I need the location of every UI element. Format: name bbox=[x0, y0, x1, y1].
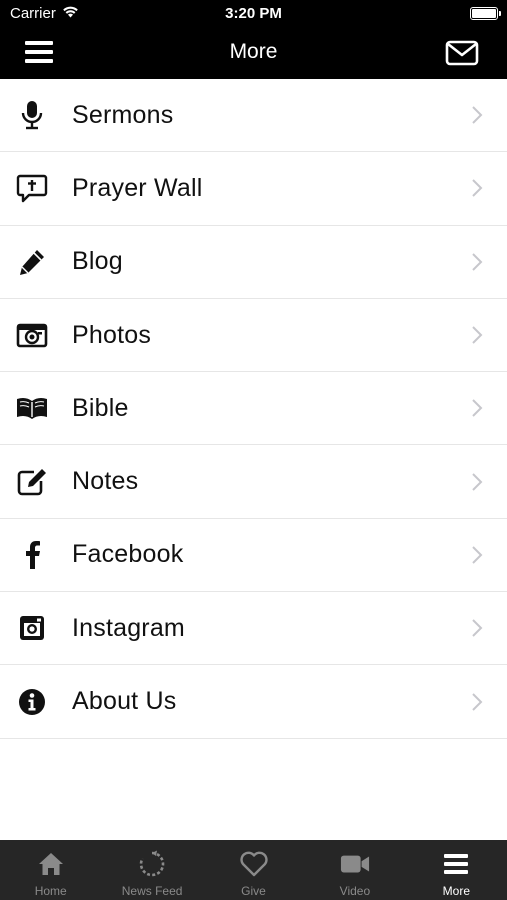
video-camera-icon bbox=[340, 850, 370, 878]
menu-item-label: Bible bbox=[72, 393, 129, 422]
chevron-right-icon bbox=[472, 399, 483, 418]
menu-item-label: Blog bbox=[72, 247, 123, 276]
menu-item-bible[interactable]: Bible bbox=[0, 372, 507, 446]
more-menu-list: Sermons Prayer Wall Blog Photos Bible No… bbox=[0, 79, 507, 739]
tab-label: Video bbox=[339, 884, 371, 898]
edit-note-icon bbox=[14, 464, 50, 500]
refresh-icon bbox=[137, 850, 167, 878]
speech-bubble-icon bbox=[14, 170, 50, 206]
menu-item-instagram[interactable]: Instagram bbox=[0, 592, 507, 666]
menu-item-prayer-wall[interactable]: Prayer Wall bbox=[0, 152, 507, 226]
tab-bar: Home News Feed Give Video More bbox=[0, 840, 507, 900]
chevron-right-icon bbox=[472, 106, 483, 124]
nav-bar: More bbox=[0, 28, 507, 79]
menu-item-photos[interactable]: Photos bbox=[0, 299, 507, 373]
tab-label: Give bbox=[241, 884, 266, 898]
info-icon bbox=[14, 684, 50, 720]
tab-home[interactable]: Home bbox=[0, 840, 101, 900]
tab-news-feed[interactable]: News Feed bbox=[101, 840, 202, 900]
menu-item-label: Facebook bbox=[72, 540, 184, 569]
menu-item-label: Sermons bbox=[72, 100, 174, 129]
chevron-right-icon bbox=[472, 692, 483, 711]
menu-item-notes[interactable]: Notes bbox=[0, 445, 507, 519]
chevron-right-icon bbox=[472, 472, 483, 491]
open-book-icon bbox=[14, 390, 50, 426]
chevron-right-icon bbox=[472, 546, 483, 564]
menu-item-label: Prayer Wall bbox=[72, 173, 203, 202]
status-time: 3:20 PM bbox=[225, 5, 282, 22]
tab-label: More bbox=[442, 884, 470, 898]
menu-item-label: Instagram bbox=[72, 613, 185, 642]
status-bar: Carrier 3:20 PM bbox=[0, 0, 507, 28]
page-title: More bbox=[229, 40, 278, 63]
menu-item-about-us[interactable]: About Us bbox=[0, 665, 507, 739]
mail-button[interactable] bbox=[445, 39, 479, 67]
envelope-icon bbox=[445, 40, 479, 66]
menu-item-blog[interactable]: Blog bbox=[0, 226, 507, 299]
tab-more[interactable]: More bbox=[406, 840, 507, 900]
tab-label: Home bbox=[34, 884, 67, 898]
tab-give[interactable]: Give bbox=[203, 840, 304, 900]
battery-icon bbox=[470, 7, 501, 20]
camera-icon bbox=[14, 317, 50, 353]
chevron-right-icon bbox=[472, 619, 483, 637]
menu-item-sermons[interactable]: Sermons bbox=[0, 79, 507, 153]
tab-video[interactable]: Video bbox=[304, 840, 405, 900]
menu-item-label: About Us bbox=[72, 687, 177, 716]
chevron-right-icon bbox=[472, 179, 483, 198]
tab-label: News Feed bbox=[121, 884, 183, 898]
chevron-right-icon bbox=[472, 253, 483, 271]
hamburger-menu-icon bbox=[441, 850, 471, 878]
menu-item-label: Notes bbox=[72, 467, 139, 496]
microphone-icon bbox=[14, 97, 50, 133]
instagram-icon bbox=[14, 610, 50, 646]
menu-item-facebook[interactable]: Facebook bbox=[0, 519, 507, 593]
home-icon bbox=[36, 850, 66, 878]
menu-item-label: Photos bbox=[72, 320, 152, 349]
battery-level bbox=[472, 9, 496, 18]
chevron-right-icon bbox=[472, 326, 483, 344]
header: Carrier 3:20 PM More bbox=[0, 0, 507, 79]
pencil-icon bbox=[14, 244, 50, 280]
heart-icon bbox=[239, 850, 269, 878]
facebook-icon bbox=[14, 537, 50, 573]
